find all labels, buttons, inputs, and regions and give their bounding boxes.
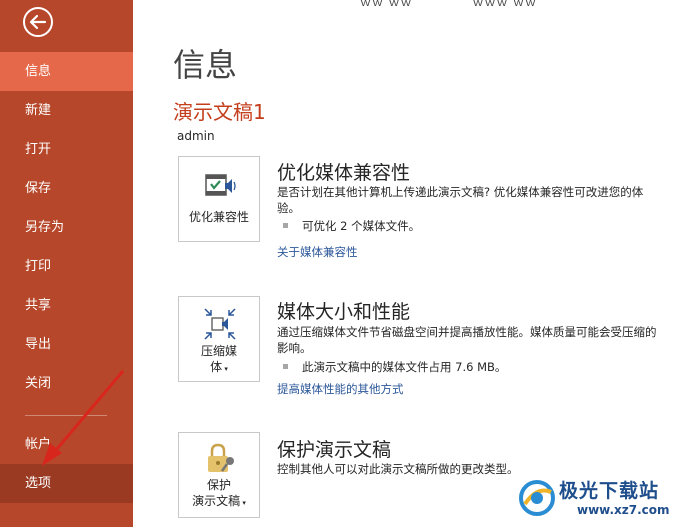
media-compatibility-icon bbox=[205, 174, 236, 196]
nav-item-close[interactable]: 关闭 bbox=[0, 364, 133, 403]
nav-item-save-as[interactable]: 另存为 bbox=[0, 208, 133, 247]
watermark-name: 极光下载站 bbox=[559, 480, 660, 502]
link-about-compatibility[interactable]: 关于媒体兼容性 bbox=[277, 244, 358, 260]
nav-item-save[interactable]: 保存 bbox=[0, 169, 133, 208]
watermark-url: www.xz7.com bbox=[577, 503, 670, 517]
page-title: 信息 bbox=[173, 46, 238, 84]
nav-item-print[interactable]: 打印 bbox=[0, 247, 133, 286]
section-desc-compatibility: 是否计划在其他计算机上传递此演示文稿? 优化媒体兼容性可改进您的体验。 bbox=[277, 185, 644, 215]
protect-presentation-button[interactable]: 保护 演示文稿 ▾ bbox=[178, 432, 260, 518]
nav-item-share[interactable]: 共享 bbox=[0, 286, 133, 325]
section-title-media-size: 媒体大小和性能 bbox=[277, 301, 411, 323]
watermark-logo-icon bbox=[519, 480, 555, 516]
back-arrow-icon[interactable] bbox=[22, 6, 54, 38]
dropdown-caret-icon: ▾ bbox=[222, 365, 228, 373]
document-name: 演示文稿1 bbox=[173, 100, 266, 124]
bullet-text-media-size: 此演示文稿中的媒体文件占用 7.6 MB。 bbox=[302, 360, 507, 374]
lock-key-icon bbox=[208, 443, 234, 472]
bullet-text-compatibility: 可优化 2 个媒体文件。 bbox=[302, 219, 421, 233]
compress-media-label-1: 压缩媒 bbox=[200, 344, 237, 358]
nav-item-new[interactable]: 新建 bbox=[0, 91, 133, 130]
bullet-marker bbox=[283, 223, 288, 228]
backstage-sidebar: 信息 新建 打开 保存 另存为 打印 共享 导出 关闭 帐户 选项 bbox=[0, 0, 133, 527]
compress-media-button[interactable]: 压缩媒 体 ▾ bbox=[178, 296, 260, 382]
nav-item-options[interactable]: 选项 bbox=[0, 464, 133, 503]
nav-item-open[interactable]: 打开 bbox=[0, 130, 133, 169]
optimize-compatibility-button[interactable]: 优化兼容性 bbox=[178, 156, 260, 242]
watermark-logo: 极光下载站 www.xz7.com bbox=[515, 474, 670, 522]
protect-label-2: 演示文稿 ▾ bbox=[192, 494, 246, 508]
section-desc-media-size: 通过压缩媒体文件节省磁盘空间并提高播放性能。媒体质量可能会受压缩的影响。 bbox=[277, 325, 657, 355]
bullet-marker bbox=[283, 364, 288, 369]
author-name: admin bbox=[177, 129, 215, 143]
nav-item-account[interactable]: 帐户 bbox=[0, 425, 133, 464]
optimize-compatibility-label: 优化兼容性 bbox=[188, 210, 249, 224]
section-title-compatibility: 优化媒体兼容性 bbox=[277, 162, 411, 184]
sidebar-divider bbox=[25, 415, 107, 416]
link-improve-performance[interactable]: 提高媒体性能的其他方式 bbox=[277, 381, 404, 397]
nav-item-export[interactable]: 导出 bbox=[0, 325, 133, 364]
section-title-protect: 保护演示文稿 bbox=[277, 439, 392, 461]
dropdown-caret-icon: ▾ bbox=[240, 499, 246, 507]
compress-media-label-2: 体 ▾ bbox=[210, 360, 228, 374]
protect-label-1: 保护 bbox=[206, 478, 231, 492]
nav-item-info[interactable]: 信息 bbox=[0, 52, 133, 91]
compress-media-icon bbox=[204, 308, 236, 340]
top-cropped-text: ｗｗ ｗｗ ｗｗｗ ｗｗ bbox=[360, 0, 537, 9]
